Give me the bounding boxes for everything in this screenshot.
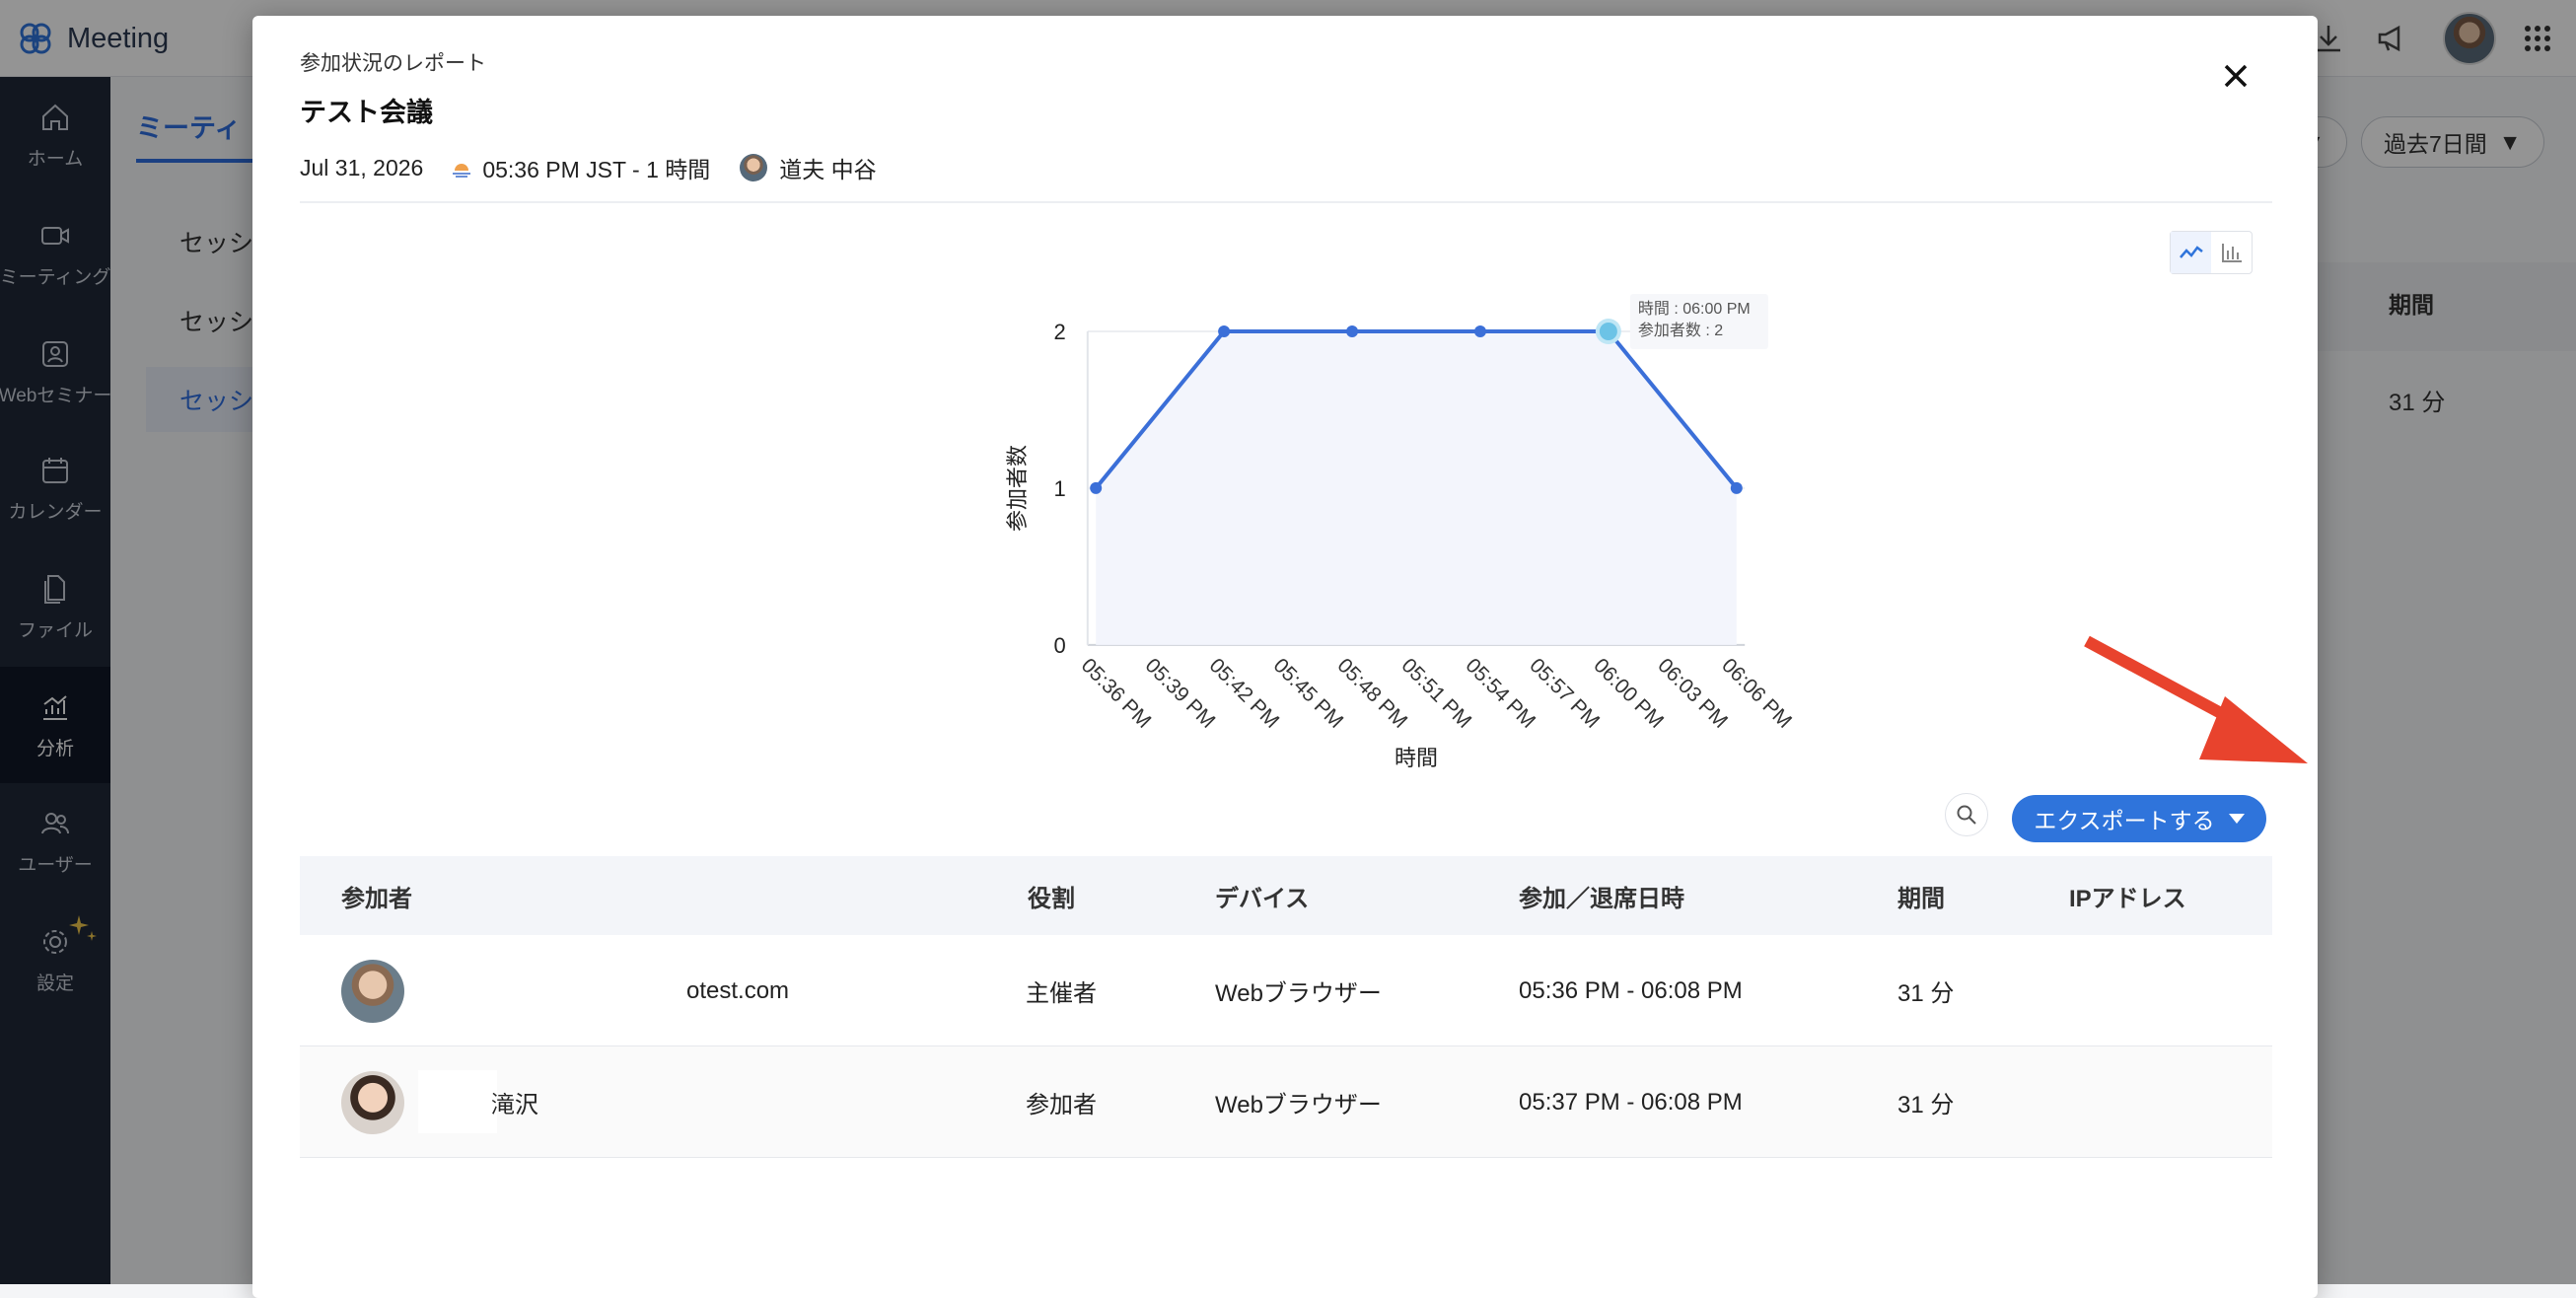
meeting-meta: Jul 31, 2026 05:36 PM JST - 1 時間 道夫 中谷	[300, 148, 877, 187]
tooltip-count: 参加者数 : 2	[1638, 322, 1723, 339]
redacted-name	[418, 1070, 497, 1133]
participant-name: 滝沢	[491, 1092, 538, 1118]
column-participant[interactable]: 参加者	[341, 856, 412, 935]
chart-x-tick: 05:36 PM	[1077, 654, 1156, 733]
participant-duration: 31 分	[1897, 980, 1955, 1007]
chart-point[interactable]	[1473, 325, 1486, 337]
meeting-time: 05:36 PM JST - 1 時間	[482, 157, 711, 182]
chart-point[interactable]	[1599, 323, 1617, 340]
close-button[interactable]	[2213, 53, 2258, 99]
chart-point[interactable]	[1730, 481, 1743, 494]
participant-role: 主催者	[1026, 980, 1097, 1007]
chart-x-tick: 05:42 PM	[1205, 654, 1284, 733]
chart-y-tick: 1	[1054, 476, 1066, 501]
chart-y-axis-label: 参加者数	[1005, 445, 1030, 532]
chevron-down-icon	[2228, 814, 2245, 824]
chart-x-tick: 06:06 PM	[1717, 654, 1796, 733]
participant-device: Webブラウザー	[1215, 980, 1382, 1007]
chart-point[interactable]	[1218, 325, 1231, 337]
chart-point[interactable]	[1346, 325, 1359, 337]
chart-area-fill	[1096, 331, 1737, 645]
export-button[interactable]: エクスポートする	[2012, 795, 2266, 842]
participants-line-chart: 012 05:36 PM05:39 PM05:42 PM05:45 PM05:4…	[1005, 294, 1796, 770]
avatar	[341, 1071, 404, 1134]
host-avatar	[740, 154, 768, 181]
participant-time: 05:36 PM - 06:08 PM	[1519, 976, 1743, 1004]
chart-type-toggle	[2170, 231, 2253, 274]
modal-title: テスト会議	[300, 98, 433, 127]
participant-device: Webブラウザー	[1215, 1092, 1382, 1118]
line-chart-toggle[interactable]	[2171, 232, 2211, 273]
table-row[interactable]: 滝沢 参加者 Webブラウザー 05:37 PM - 06:08 PM 31 分	[300, 1046, 2272, 1158]
column-role[interactable]: 役割	[1028, 856, 1075, 935]
table-row[interactable]: otest.com 主催者 Webブラウザー 05:36 PM - 06:08 …	[300, 935, 2272, 1046]
chart-x-tick: 05:48 PM	[1333, 654, 1412, 733]
chart-point[interactable]	[1090, 481, 1103, 494]
chart-y-tick: 0	[1054, 633, 1066, 658]
bar-chart-icon	[2221, 244, 2242, 262]
divider	[300, 201, 2272, 203]
participants-table: 参加者 役割 デバイス 参加／退席日時 期間 IPアドレス otest.com …	[300, 856, 2272, 1158]
table-header: 参加者 役割 デバイス 参加／退席日時 期間 IPアドレス	[300, 856, 2272, 935]
participant-duration: 31 分	[1897, 1092, 1955, 1118]
close-icon	[2224, 64, 2248, 88]
column-ip[interactable]: IPアドレス	[2069, 856, 2186, 935]
modal-subtitle: 参加状況のレポート	[300, 52, 486, 75]
host-name: 道夫 中谷	[779, 157, 877, 182]
chart-tooltip: 時間 : 06:00 PM 参加者数 : 2	[1629, 294, 1768, 349]
column-duration[interactable]: 期間	[1897, 856, 1945, 935]
chart-x-tick: 06:03 PM	[1653, 654, 1732, 733]
line-chart-icon	[2179, 246, 2203, 258]
chart-y-tick: 2	[1054, 320, 1066, 344]
avatar	[341, 960, 404, 1023]
chart-x-axis-label: 時間	[1395, 746, 1438, 770]
export-label: エクスポートする	[2034, 808, 2215, 833]
search-icon	[1957, 805, 1976, 825]
search-button[interactable]	[1945, 793, 1988, 836]
attendance-report-modal: 参加状況のレポート テスト会議 Jul 31, 2026 05:36 PM JS…	[252, 16, 2318, 1298]
participant-time: 05:37 PM - 06:08 PM	[1519, 1088, 1743, 1116]
column-joined-left[interactable]: 参加／退席日時	[1519, 856, 1684, 935]
participant-email: otest.com	[686, 976, 790, 1004]
tooltip-time: 時間 : 06:00 PM	[1638, 300, 1751, 318]
column-device[interactable]: デバイス	[1215, 856, 1309, 935]
participant-role: 参加者	[1026, 1092, 1097, 1118]
meeting-date: Jul 31, 2026	[300, 154, 424, 180]
sunset-icon	[453, 164, 471, 178]
red-arrow-annotation	[2084, 635, 2308, 763]
bar-chart-toggle[interactable]	[2211, 232, 2252, 273]
